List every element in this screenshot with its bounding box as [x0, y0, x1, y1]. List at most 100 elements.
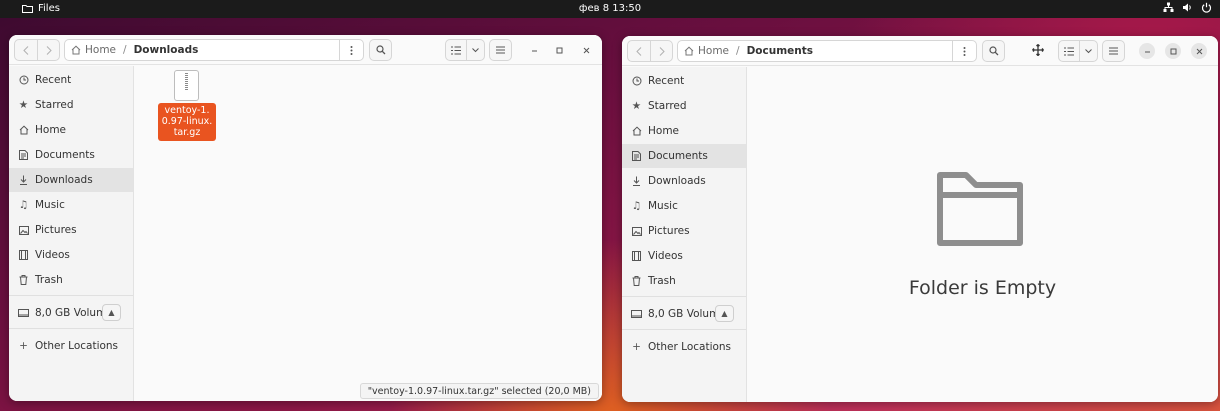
sidebar: Recent ★ Starred Home Documents Downloads… [622, 67, 747, 402]
clock-icon [18, 75, 29, 86]
path-current[interactable]: Downloads [134, 44, 199, 56]
clock[interactable]: фев 8 13:50 [0, 3, 1220, 14]
back-button[interactable] [15, 40, 37, 60]
sidebar-item-pictures[interactable]: Pictures [9, 218, 133, 242]
clock-icon [631, 76, 642, 87]
minimize-button[interactable] [1139, 43, 1155, 59]
volume-icon[interactable] [1182, 2, 1193, 13]
path-bar[interactable]: Home / Documents [677, 40, 977, 62]
plus-icon: + [632, 341, 641, 353]
power-icon[interactable] [1201, 2, 1212, 13]
eject-button[interactable]: ▲ [102, 304, 121, 321]
sidebar-item-label: Home [35, 124, 67, 136]
home-icon [631, 126, 642, 137]
music-icon: ♫ [18, 199, 29, 211]
download-icon [631, 176, 642, 187]
search-button[interactable] [369, 39, 392, 61]
sidebar-item-label: Videos [648, 250, 683, 262]
sidebar-item-starred[interactable]: ★ Starred [9, 93, 133, 117]
network-icon[interactable] [1163, 2, 1174, 13]
sidebar-item-volume[interactable]: 8,0 GB Volume ▲ [622, 302, 746, 326]
path-separator: / [123, 44, 127, 56]
path-home[interactable]: Home [684, 45, 729, 57]
archive-file-icon[interactable] [174, 70, 199, 101]
sidebar-item-starred[interactable]: ★ Starred [622, 94, 746, 118]
sidebar-item-videos[interactable]: Videos [622, 244, 746, 268]
sidebar-item-label: Pictures [35, 224, 77, 236]
top-bar: Files фев 8 13:50 [0, 0, 1220, 18]
more-vertical-icon [350, 45, 353, 55]
sidebar-divider [9, 295, 133, 296]
sidebar-item-recent[interactable]: Recent [622, 69, 746, 93]
star-icon: ★ [631, 100, 642, 112]
video-icon [18, 250, 29, 261]
search-button[interactable] [982, 40, 1005, 62]
view-toggle[interactable] [1058, 40, 1098, 62]
eject-button[interactable]: ▲ [715, 305, 734, 322]
system-tray[interactable] [1163, 2, 1212, 13]
star-icon: ★ [18, 99, 29, 111]
sidebar-item-other-locations[interactable]: + Other Locations [9, 334, 133, 358]
sidebar-item-trash[interactable]: Trash [9, 268, 133, 292]
sidebar-item-label: Documents [648, 150, 708, 162]
sidebar-item-documents[interactable]: Documents [622, 144, 746, 168]
header-bar: Home / Documents [622, 36, 1218, 66]
minimize-button[interactable] [526, 42, 542, 58]
path-home[interactable]: Home [71, 44, 116, 56]
selection-status: "ventoy-1.0.97-linux.tar.gz" selected (2… [359, 383, 599, 399]
list-view-icon[interactable] [1059, 41, 1080, 61]
maximize-button[interactable] [1165, 43, 1181, 59]
maximize-button[interactable] [551, 42, 567, 58]
chevron-down-icon[interactable] [1080, 48, 1097, 54]
path-menu-button[interactable] [339, 40, 363, 60]
chevron-down-icon[interactable] [467, 47, 484, 53]
sidebar-item-label: Other Locations [35, 340, 119, 352]
forward-button[interactable] [37, 40, 59, 60]
nav-buttons [627, 40, 673, 62]
close-button[interactable] [578, 42, 594, 58]
sidebar-item-recent[interactable]: Recent [9, 68, 133, 92]
drive-icon [18, 308, 29, 319]
close-icon [1196, 48, 1202, 54]
sidebar-divider [622, 329, 746, 330]
main-menu-button[interactable] [1102, 40, 1125, 62]
sidebar-item-videos[interactable]: Videos [9, 243, 133, 267]
files-window-downloads: Home / Downloads Recent ★ Starred Home D… [9, 35, 602, 401]
path-menu-button[interactable] [952, 41, 976, 61]
trash-icon [631, 276, 642, 287]
hamburger-icon [1109, 47, 1118, 55]
sidebar-item-other-locations[interactable]: + Other Locations [622, 335, 746, 359]
sidebar-item-home[interactable]: Home [9, 118, 133, 142]
sidebar-item-home[interactable]: Home [622, 119, 746, 143]
path-current[interactable]: Documents [747, 45, 813, 57]
sidebar-item-downloads[interactable]: Downloads [9, 168, 133, 192]
sidebar-item-label: Videos [35, 249, 70, 261]
home-icon [18, 125, 29, 136]
plus-icon: + [19, 340, 28, 352]
view-toggle[interactable] [445, 39, 485, 61]
back-button[interactable] [628, 41, 650, 61]
file-name[interactable]: ventoy-1.0.97-linux.tar.gz [158, 103, 216, 141]
close-button[interactable] [1191, 43, 1207, 59]
empty-state: Folder is Empty [747, 67, 1218, 402]
home-icon [71, 45, 81, 55]
sidebar-item-label: Pictures [648, 225, 690, 237]
picture-icon [631, 226, 642, 237]
sidebar-item-label: Home [648, 125, 680, 137]
sidebar-item-volume[interactable]: 8,0 GB Volume ▲ [9, 301, 133, 325]
path-bar[interactable]: Home / Downloads [64, 39, 364, 61]
sidebar-item-documents[interactable]: Documents [9, 143, 133, 167]
forward-button[interactable] [650, 41, 672, 61]
main-menu-button[interactable] [489, 39, 512, 61]
file-view[interactable]: Folder is Empty [747, 67, 1218, 402]
sidebar-item-pictures[interactable]: Pictures [622, 219, 746, 243]
sidebar-item-label: Starred [35, 99, 74, 111]
picture-icon [18, 225, 29, 236]
music-icon: ♫ [631, 200, 642, 212]
sidebar-item-downloads[interactable]: Downloads [622, 169, 746, 193]
file-view[interactable]: ventoy-1.0.97-linux.tar.gz "ventoy-1.0.9… [134, 66, 602, 401]
sidebar-item-trash[interactable]: Trash [622, 269, 746, 293]
sidebar-item-music[interactable]: ♫ Music [9, 193, 133, 217]
sidebar-item-music[interactable]: ♫ Music [622, 194, 746, 218]
list-view-icon[interactable] [446, 40, 467, 60]
